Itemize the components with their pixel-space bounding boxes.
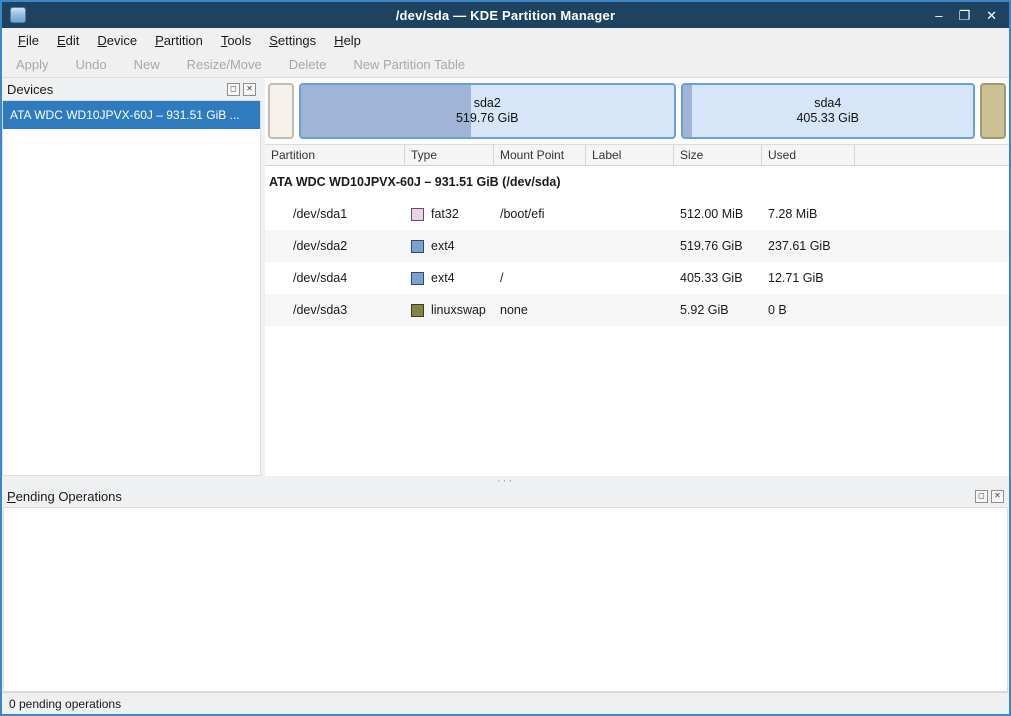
cell-used: 7.28 MiB xyxy=(762,207,855,221)
filesystem-color-swatch xyxy=(411,240,424,253)
device-item-sda[interactable]: ATA WDC WD10JPVX-60J – 931.51 GiB ... xyxy=(3,101,260,129)
table-row-dev-sda3[interactable]: /dev/sda3 linuxswap none 5.92 GiB0 B xyxy=(265,294,1009,326)
title-bar: /dev/sda — KDE Partition Manager – ❐ ✕ xyxy=(2,2,1009,28)
column-header-mount-point[interactable]: Mount Point xyxy=(494,145,586,165)
cell-mount-point: none xyxy=(494,303,586,317)
pending-operations-title: Pending Operations xyxy=(7,489,122,504)
partition-segment-sda1[interactable] xyxy=(268,83,294,139)
column-header-type[interactable]: Type xyxy=(405,145,494,165)
partition-segment-sda2[interactable]: sda2519.76 GiB xyxy=(299,83,676,139)
partition-segment-sda4[interactable]: sda4405.33 GiB xyxy=(681,83,976,139)
table-row-dev-sda1[interactable]: /dev/sda1 fat32/boot/efi 512.00 MiB7.28 Mi… xyxy=(265,198,1009,230)
filesystem-color-swatch xyxy=(411,208,424,221)
close-icon[interactable]: ✕ xyxy=(986,9,997,22)
cell-partition: /dev/sda1 xyxy=(265,207,405,221)
cell-used: 0 B xyxy=(762,303,855,317)
cell-type: ext4 xyxy=(405,271,494,285)
toolbar-button-undo[interactable]: Undo xyxy=(76,57,107,72)
menu-bar: FileEditDevicePartitionToolsSettingsHelp xyxy=(2,28,1009,52)
cell-partition: /dev/sda3 xyxy=(265,303,405,317)
filesystem-type-label: linuxswap xyxy=(431,303,486,317)
status-bar: 0 pending operations xyxy=(2,692,1009,714)
toolbar-button-new-partition-table[interactable]: New Partition Table xyxy=(353,57,465,72)
app-window: /dev/sda — KDE Partition Manager – ❐ ✕ F… xyxy=(0,0,1011,716)
filesystem-type-label: ext4 xyxy=(431,271,455,285)
filesystem-type-label: ext4 xyxy=(431,239,455,253)
table-body: ATA WDC WD10JPVX-60J – 931.51 GiB (/dev/… xyxy=(265,166,1009,476)
column-header-filler xyxy=(855,145,1009,165)
devices-panel-header: Devices ◻ ✕ xyxy=(2,78,261,100)
minimize-icon[interactable]: – xyxy=(935,9,942,22)
menu-item-edit[interactable]: Edit xyxy=(49,30,87,51)
table-row-dev-sda2[interactable]: /dev/sda2 ext4 519.76 GiB237.61 GiB xyxy=(265,230,1009,262)
cell-type: linuxswap xyxy=(405,303,494,317)
menu-item-settings[interactable]: Settings xyxy=(261,30,324,51)
column-header-size[interactable]: Size xyxy=(674,145,762,165)
cell-size: 512.00 MiB xyxy=(674,207,762,221)
cell-size: 5.92 GiB xyxy=(674,303,762,317)
pending-operations-panel: Pending Operations ◻ ✕ xyxy=(2,485,1009,692)
devices-close-icon[interactable]: ✕ xyxy=(243,83,256,96)
devices-panel: Devices ◻ ✕ ATA WDC WD10JPVX-60J – 931.5… xyxy=(2,78,261,476)
devices-list: ATA WDC WD10JPVX-60J – 931.51 GiB ... xyxy=(2,100,261,476)
cell-mount-point: /boot/efi xyxy=(494,207,586,221)
device-group-header: ATA WDC WD10JPVX-60J – 931.51 GiB (/dev/… xyxy=(265,166,1009,198)
cell-size: 519.76 GiB xyxy=(674,239,762,253)
filesystem-type-label: fat32 xyxy=(431,207,459,221)
partition-segment-name: sda2 xyxy=(474,96,501,111)
cell-partition: /dev/sda2 xyxy=(265,239,405,253)
partition-segment-size: 519.76 GiB xyxy=(456,111,519,126)
column-header-label[interactable]: Label xyxy=(586,145,674,165)
partition-table-header: PartitionTypeMount PointLabelSizeUsed xyxy=(265,145,1009,166)
cell-type: ext4 xyxy=(405,239,494,253)
filesystem-color-swatch xyxy=(411,304,424,317)
pending-float-icon[interactable]: ◻ xyxy=(975,490,988,503)
cell-size: 405.33 GiB xyxy=(674,271,762,285)
menu-item-partition[interactable]: Partition xyxy=(147,30,211,51)
toolbar: Apply Undo New Resize/Move Delete New Partiti… xyxy=(2,52,1009,78)
devices-float-icon[interactable]: ◻ xyxy=(227,83,240,96)
cell-type: fat32 xyxy=(405,207,494,221)
partition-pane: sda2519.76 GiBsda4405.33 GiB PartitionTy… xyxy=(265,78,1009,476)
pending-close-icon[interactable]: ✕ xyxy=(991,490,1004,503)
maximize-icon[interactable]: ❐ xyxy=(958,9,970,22)
cell-used: 12.71 GiB xyxy=(762,271,855,285)
cell-partition: /dev/sda4 xyxy=(265,271,405,285)
window-title: /dev/sda — KDE Partition Manager xyxy=(2,8,1009,23)
cell-mount-point: / xyxy=(494,271,586,285)
pending-operations-header: Pending Operations ◻ ✕ xyxy=(2,485,1009,507)
app-icon xyxy=(10,7,26,23)
toolbar-button-delete[interactable]: Delete xyxy=(289,57,327,72)
cell-used: 237.61 GiB xyxy=(762,239,855,253)
table-row-dev-sda4[interactable]: /dev/sda4 ext4 / 405.33 GiB12.71 GiB xyxy=(265,262,1009,294)
devices-panel-title: Devices xyxy=(7,82,53,97)
pending-operations-list xyxy=(3,507,1008,692)
partition-segment-sda3[interactable] xyxy=(980,83,1006,139)
partition-used-indicator xyxy=(683,85,692,137)
column-header-partition[interactable]: Partition xyxy=(265,145,405,165)
filesystem-color-swatch xyxy=(411,272,424,285)
partition-segment-size: 405.33 GiB xyxy=(796,111,859,126)
main-area: Devices ◻ ✕ ATA WDC WD10JPVX-60J – 931.5… xyxy=(2,78,1009,476)
toolbar-button-resize-move[interactable]: Resize/Move xyxy=(187,57,262,72)
partition-segment-name: sda4 xyxy=(814,96,841,111)
toolbar-button-apply[interactable]: Apply xyxy=(16,57,49,72)
status-text: 0 pending operations xyxy=(9,697,121,711)
menu-item-help[interactable]: Help xyxy=(326,30,369,51)
dock-splitter-handle[interactable]: ··· xyxy=(2,476,1009,485)
toolbar-button-new[interactable]: New xyxy=(134,57,160,72)
partition-used-indicator xyxy=(301,85,471,137)
menu-item-tools[interactable]: Tools xyxy=(213,30,259,51)
menu-item-file[interactable]: File xyxy=(10,30,47,51)
column-header-used[interactable]: Used xyxy=(762,145,855,165)
menu-item-device[interactable]: Device xyxy=(89,30,145,51)
partition-bar: sda2519.76 GiBsda4405.33 GiB xyxy=(265,78,1009,144)
partition-table: PartitionTypeMount PointLabelSizeUsed AT… xyxy=(265,144,1009,476)
